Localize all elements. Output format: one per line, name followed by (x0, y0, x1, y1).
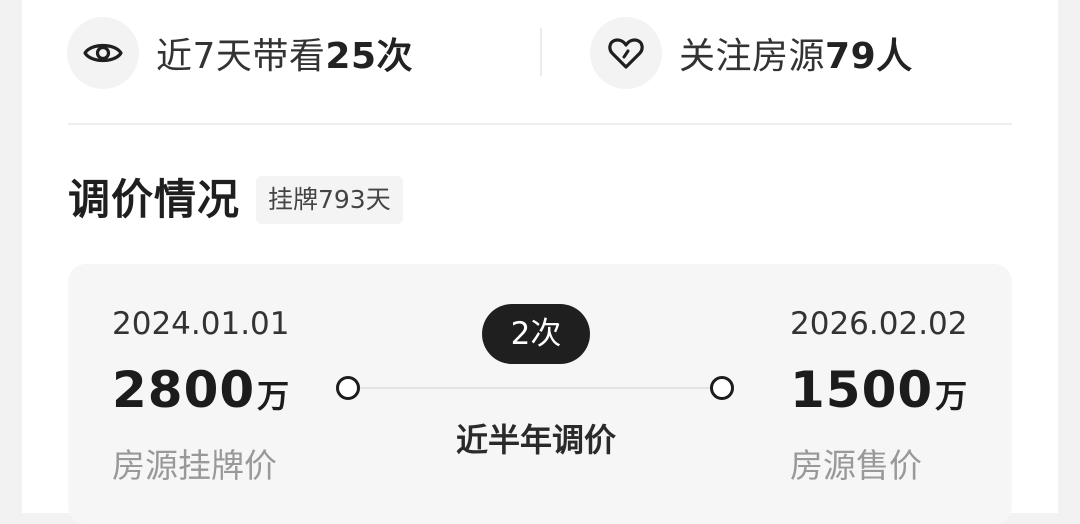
adjust-count-badge: 2次 (482, 304, 590, 364)
adjust-period-label: 近半年调价 (455, 421, 616, 459)
views-text: 近7天带看25次 (156, 27, 413, 79)
sale-price-unit: 万 (935, 377, 968, 415)
sale-price-label: 房源售价 (790, 446, 922, 485)
sale-price: 1500万 (790, 362, 968, 430)
listing-date: 2024.01.01 (112, 306, 290, 342)
views-value: 25次 (325, 36, 414, 77)
listed-days-badge: 挂牌793天 (256, 176, 403, 224)
views-prefix: 近7天带看 (156, 36, 326, 77)
listing-price: 2800万 (112, 362, 290, 430)
eye-icon (67, 17, 139, 89)
price-history-title: 调价情况 (68, 175, 241, 224)
listing-price-value: 2800 (112, 361, 256, 419)
price-history-panel[interactable]: 2024.01.01 2800万 房源挂牌价 2次 近半年调价 2026.02.… (68, 264, 1012, 524)
followers-text: 关注房源79人 (679, 27, 913, 79)
timeline-end-dot (710, 376, 734, 400)
sale-price-value: 1500 (790, 361, 934, 419)
price-timeline (336, 376, 734, 400)
section-divider (68, 123, 1012, 125)
stat-divider (540, 28, 542, 76)
timeline-line (358, 387, 712, 389)
followers-value: 79人 (825, 36, 913, 77)
listing-price-unit: 万 (257, 377, 290, 415)
house-detail-card: 近7天带看25次 关注房源79人 调价情况 挂牌793天 2024.01.01 … (22, 0, 1058, 524)
sale-date: 2026.02.02 (790, 306, 968, 342)
listing-price-block: 2024.01.01 2800万 房源挂牌价 (112, 304, 290, 488)
sale-price-block: 2026.02.02 1500万 房源售价 (790, 304, 968, 488)
views-stat: 近7天带看25次 (67, 17, 413, 89)
listing-price-label: 房源挂牌价 (112, 446, 277, 485)
followers-prefix: 关注房源 (679, 36, 826, 77)
followers-stat: 关注房源79人 (590, 17, 913, 89)
heart-icon (590, 17, 662, 89)
timeline-start-dot (336, 376, 360, 400)
